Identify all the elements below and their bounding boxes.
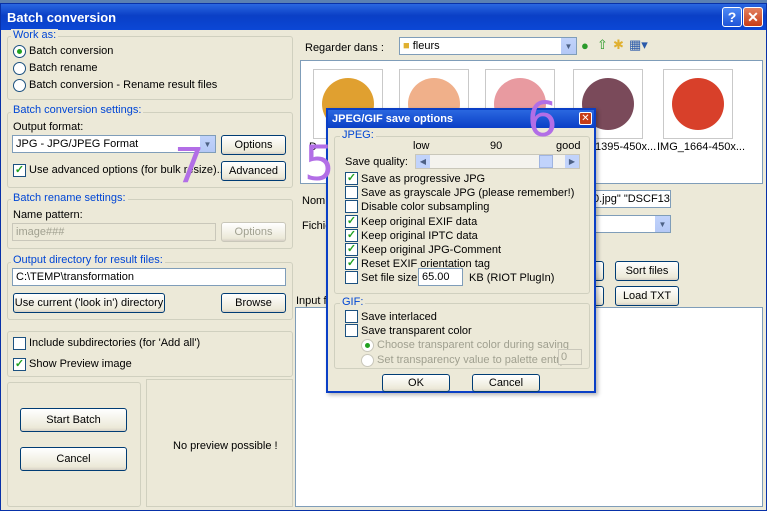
actions-group	[7, 382, 141, 507]
help-button[interactable]: ?	[722, 7, 742, 27]
rename-settings-legend: Batch rename settings:	[11, 192, 128, 204]
rename-options-button[interactable]: Options	[221, 222, 286, 242]
dialog-option-checkbox[interactable]	[345, 186, 358, 199]
dialog-option-label: Keep original IPTC data	[361, 230, 478, 242]
thumbnail-label: IMG_1664-450x...	[657, 141, 746, 153]
file-size-unit: KB (RIOT PlugIn)	[469, 272, 555, 284]
batch-conversion-window: Batch conversion ? ✕ Work as: Batch conv…	[0, 3, 767, 511]
preview-pane: No preview possible !	[146, 379, 293, 507]
view-menu-icon[interactable]: ▦▾	[629, 37, 648, 53]
transparency-value-input[interactable]: 0	[558, 349, 582, 365]
advanced-button[interactable]: Advanced	[221, 161, 286, 181]
dialog-option-label: Save as progressive JPG	[361, 173, 486, 185]
filename-input[interactable]: 0.jpg" "DSCF138	[589, 190, 671, 208]
gif-legend: GIF:	[340, 296, 366, 308]
look-in-select[interactable]: ■ fleurs ▼	[399, 37, 577, 55]
dialog-option-label: Disable color subsampling	[361, 201, 490, 213]
up-folder-icon[interactable]: ⇧	[597, 37, 608, 53]
new-folder-icon[interactable]: ✱	[613, 37, 624, 53]
output-format-label: Output format:	[13, 121, 84, 133]
start-batch-button[interactable]: Start Batch	[20, 408, 127, 432]
dialog-option-label: Keep original EXIF data	[361, 216, 478, 228]
browse-button[interactable]: Browse	[221, 293, 286, 313]
dialog-option-checkbox[interactable]: ✓	[345, 215, 358, 228]
annotation-number: 6	[527, 92, 558, 148]
name-pattern-input[interactable]: image###	[12, 223, 216, 241]
window-title: Batch conversion	[7, 10, 117, 25]
radio-label: Batch conversion	[29, 45, 114, 57]
close-button[interactable]: ✕	[743, 7, 763, 27]
load-txt-button[interactable]: Load TXT	[615, 286, 679, 306]
thumbnail[interactable]	[663, 69, 733, 139]
quality-slider-thumb[interactable]	[539, 155, 553, 168]
radio-batch-conversion[interactable]	[13, 45, 26, 58]
jpeg-gif-save-options-dialog: JPEG/GIF save options ✕ JPEG: low 90 goo…	[326, 108, 596, 393]
use-current-dir-button[interactable]: Use current ('look in') directory	[13, 293, 165, 313]
chevron-down-icon: ▼	[654, 216, 670, 232]
set-transparency-label: Set transparency value to palette entry:	[377, 354, 569, 366]
use-advanced-checkbox[interactable]: ✓	[13, 164, 26, 177]
name-pattern-label: Name pattern:	[13, 209, 83, 221]
cancel-button[interactable]: Cancel	[20, 447, 127, 471]
look-in-label: Regarder dans :	[305, 42, 384, 54]
title-bar: Batch conversion ? ✕	[1, 4, 766, 30]
annotation-number: 7	[174, 138, 205, 194]
set-file-size-checkbox[interactable]	[345, 271, 358, 284]
set-file-size-label: Set file size:	[361, 272, 421, 284]
quality-value: 90	[490, 140, 503, 152]
ok-button[interactable]: OK	[382, 374, 450, 392]
dialog-option-checkbox[interactable]: ✓	[345, 243, 358, 256]
preview-message: No preview possible !	[173, 440, 278, 452]
output-format-value: JPG - JPG/JPEG Format	[16, 138, 139, 150]
scroll-left-icon[interactable]: ◀	[416, 155, 430, 168]
show-preview-checkbox[interactable]: ✓	[13, 358, 26, 371]
radio-label: Batch rename	[29, 62, 98, 74]
chevron-down-icon: ▼	[560, 38, 576, 54]
quality-low-label: low	[413, 140, 430, 152]
save-transparent-checkbox[interactable]	[345, 324, 358, 337]
choose-transparent-label: Choose transparent color during saving	[377, 339, 570, 351]
quality-scrollbar[interactable]: ◀ ▶	[415, 154, 580, 169]
dialog-option-checkbox[interactable]: ✓	[345, 172, 358, 185]
include-subdirs-checkbox[interactable]	[13, 337, 26, 350]
save-interlaced-checkbox[interactable]	[345, 310, 358, 323]
dialog-close-icon[interactable]: ✕	[579, 112, 592, 125]
scroll-right-icon[interactable]: ▶	[565, 155, 579, 168]
output-dir-legend: Output directory for result files:	[11, 254, 165, 266]
dialog-cancel-button[interactable]: Cancel	[472, 374, 540, 392]
look-in-value: fleurs	[412, 40, 440, 52]
back-icon[interactable]: ●	[581, 38, 589, 53]
save-quality-label: Save quality:	[345, 156, 408, 168]
conversion-settings-legend: Batch conversion settings:	[11, 104, 144, 116]
thumbnail-label: 1395-450x...	[595, 141, 657, 153]
jpeg-legend: JPEG:	[340, 129, 376, 141]
save-transparent-label: Save transparent color	[361, 325, 472, 337]
dialog-option-checkbox[interactable]: ✓	[345, 257, 358, 270]
include-subdirs-label: Include subdirectories (for 'Add all')	[29, 337, 201, 349]
dialog-option-checkbox[interactable]	[345, 200, 358, 213]
format-options-button[interactable]: Options	[221, 135, 286, 155]
radio-batch-rename[interactable]	[13, 62, 26, 75]
output-dir-input[interactable]: C:\TEMP\transformation	[12, 268, 286, 286]
dialog-option-label: Save as grayscale JPG (please remember!)	[361, 187, 575, 199]
save-interlaced-label: Save interlaced	[361, 311, 437, 323]
dialog-option-label: Keep original JPG-Comment	[361, 244, 502, 256]
quality-good-label: good	[556, 140, 581, 152]
radio-set-transparency[interactable]	[361, 354, 374, 367]
dialog-option-checkbox[interactable]: ✓	[345, 229, 358, 242]
show-preview-label: Show Preview image	[29, 358, 132, 370]
radio-choose-transparent[interactable]	[361, 339, 374, 352]
annotation-number: 5	[304, 136, 335, 192]
file-size-input[interactable]: 65.00	[418, 268, 463, 286]
work-as-legend: Work as:	[11, 29, 59, 41]
radio-label: Batch conversion - Rename result files	[29, 79, 218, 91]
sort-files-button[interactable]: Sort files	[615, 261, 679, 281]
nom-label: Nom	[302, 195, 326, 207]
filetype-select[interactable]: ▼	[589, 215, 671, 233]
radio-batch-conversion-rename[interactable]	[13, 79, 26, 92]
folder-icon: ■	[403, 40, 413, 52]
